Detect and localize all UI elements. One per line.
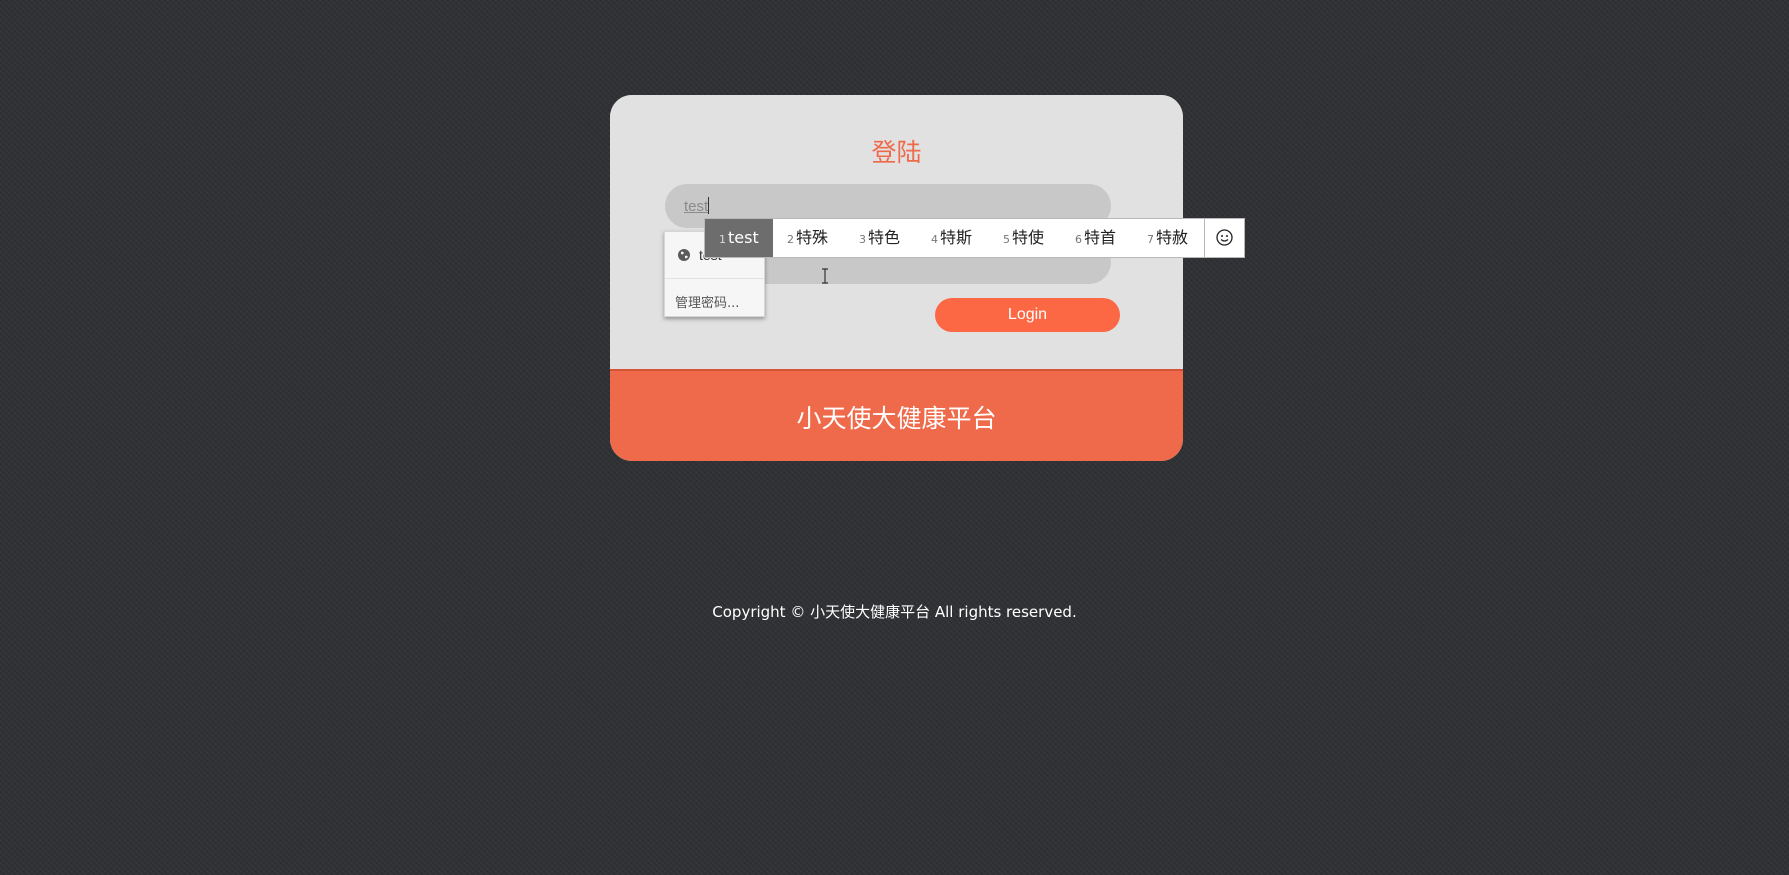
- ime-candidate[interactable]: 5 特使: [1003, 219, 1044, 257]
- globe-icon: [678, 249, 690, 261]
- copyright-text: Copyright © 小天使大健康平台 All rights reserved…: [712, 603, 1077, 621]
- login-title: 登陆: [871, 138, 922, 167]
- ime-emoji-button[interactable]: [1204, 219, 1244, 257]
- platform-name: 小天使大健康平台: [796, 404, 997, 433]
- text-cursor-icon: [822, 268, 828, 284]
- input-caret: [708, 197, 710, 214]
- ime-candidate[interactable]: 4 特斯: [931, 219, 972, 257]
- ime-candidate[interactable]: 6 特首: [1075, 219, 1116, 257]
- ime-candidate-bar: 1 test 2 特殊 3 特色 4 特斯 5 特使 6 特首 7 特赦: [704, 218, 1245, 258]
- username-value: test: [684, 197, 710, 215]
- ime-candidate[interactable]: 7 特赦: [1147, 219, 1188, 257]
- smiley-icon: [1216, 229, 1233, 246]
- platform-banner: 小天使大健康平台: [610, 369, 1183, 461]
- ime-candidate[interactable]: 1 test: [705, 219, 773, 257]
- login-button[interactable]: Login: [935, 298, 1120, 332]
- manage-passwords-link[interactable]: 管理密码...: [675, 292, 739, 311]
- ime-candidate[interactable]: 2 特殊: [787, 219, 828, 257]
- ime-candidate[interactable]: 3 特色: [859, 219, 900, 257]
